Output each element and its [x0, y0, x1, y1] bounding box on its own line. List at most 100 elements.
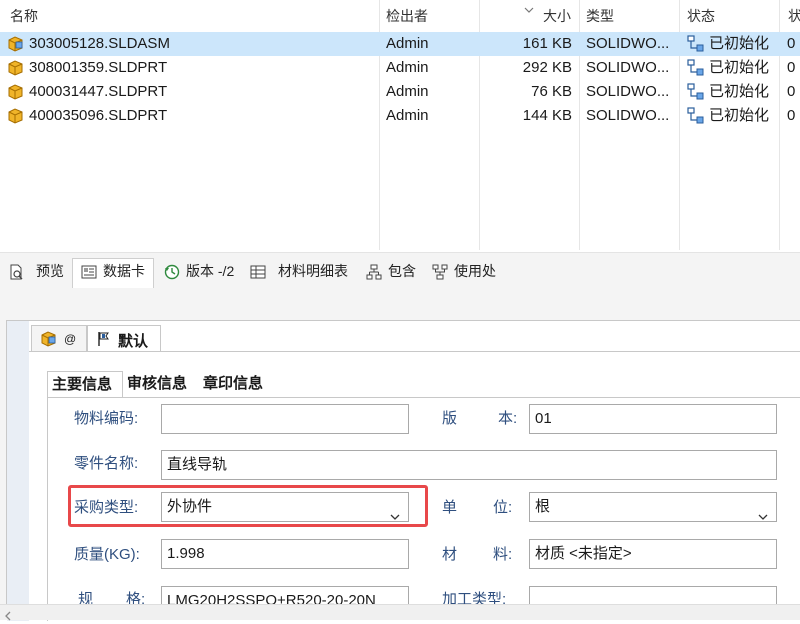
workflow-state-icon: [687, 107, 705, 125]
extra-value: 0: [787, 35, 796, 52]
where-used-icon: [432, 263, 448, 280]
unit-label-part2: 位:: [493, 499, 513, 516]
unit-value: 根: [535, 498, 551, 515]
material-field[interactable]: 材质 <未指定>: [529, 539, 777, 569]
tab-version[interactable]: 版本 -/2: [156, 259, 242, 285]
file-type: SOLIDWO...: [586, 59, 670, 76]
column-header-checked-out-by[interactable]: 检出者: [386, 6, 428, 28]
file-size: 292 KB: [522, 59, 572, 76]
part-icon: [7, 84, 24, 100]
file-name: 400035096.SLDPRT: [29, 107, 168, 124]
card-left-gutter: [7, 321, 29, 621]
column-header-state[interactable]: 状态: [687, 6, 715, 28]
mass-field[interactable]: 1.998: [161, 539, 409, 569]
material-code-label: 物料编码:: [74, 410, 139, 427]
tab-label: 使用处: [454, 263, 496, 279]
part-name-field[interactable]: 直线导轨: [161, 450, 777, 480]
checked-out-by: Admin: [386, 59, 429, 76]
workflow-state-icon: [687, 59, 705, 77]
purchase-type-label: 采购类型:: [74, 499, 139, 516]
scroll-left-icon[interactable]: [4, 608, 12, 624]
tab-preview[interactable]: 预览: [0, 259, 72, 285]
extra-value: 0: [787, 83, 796, 100]
mass-label: 质量(KG):: [74, 546, 140, 563]
workflow-state: 已初始化: [709, 59, 770, 76]
tab-label: 数据卡: [103, 263, 145, 279]
column-header-type[interactable]: 类型: [586, 6, 614, 28]
chevron-down-icon: [758, 503, 768, 520]
assembly-icon: [40, 331, 57, 350]
file-type: SOLIDWO...: [586, 107, 670, 124]
info-tab-review[interactable]: 审核信息: [123, 371, 199, 397]
tab-label: 材料明细表: [278, 263, 348, 279]
version-label-part2: 本:: [498, 410, 518, 427]
file-name: 400031447.SLDPRT: [29, 83, 168, 100]
version-field[interactable]: 01: [529, 404, 777, 434]
file-size: 161 KB: [522, 35, 572, 52]
part-name-label: 零件名称:: [74, 455, 139, 472]
workflow-state-icon: [687, 83, 705, 101]
part-icon: [7, 108, 24, 124]
file-size: 76 KB: [531, 83, 572, 100]
file-size: 144 KB: [522, 107, 572, 124]
tab-bom[interactable]: 材料明细表: [242, 259, 352, 285]
unit-select[interactable]: 根: [529, 492, 777, 522]
checked-out-by: Admin: [386, 107, 429, 124]
info-tab-main[interactable]: 主要信息: [47, 371, 123, 397]
horizontal-scrollbar[interactable]: [0, 604, 800, 621]
workflow-state: 已初始化: [709, 107, 770, 124]
checked-out-by: Admin: [386, 35, 429, 52]
material-label-part2: 料:: [493, 546, 513, 563]
extra-value: 0: [787, 107, 796, 124]
purchase-type-value: 外协件: [167, 498, 213, 515]
tab-label: 包含: [388, 263, 416, 279]
version-label-part1: 版: [442, 410, 458, 427]
config-tab-default[interactable]: 默认: [87, 325, 161, 351]
chevron-down-icon: [390, 503, 400, 520]
preview-icon: [8, 263, 24, 280]
file-name: 303005128.SLDASM: [29, 35, 170, 52]
column-header-extra[interactable]: 状: [788, 6, 800, 28]
sort-chevron-icon: [524, 0, 534, 16]
datacard-panel: @ 默认 主要信息 审核信息 章印信息 物料编码: 版 本: 01 零件名称: …: [6, 320, 800, 621]
tab-contains[interactable]: 包含: [358, 259, 424, 285]
version-icon: [164, 263, 180, 280]
column-header-name[interactable]: 名称: [10, 6, 38, 28]
column-header-size[interactable]: 大小: [543, 6, 571, 28]
unit-label-part1: 单: [442, 499, 458, 516]
file-name: 308001359.SLDPRT: [29, 59, 168, 76]
tab-label: 版本 -/2: [186, 263, 235, 279]
config-tab-at[interactable]: @: [31, 325, 87, 351]
file-type: SOLIDWO...: [586, 35, 670, 52]
part-icon: [7, 60, 24, 76]
bottom-tab-strip: 预览 数据卡 版本 -/2 材料明细表 包含 使用处: [0, 252, 800, 290]
file-list: 名称 检出者 大小 类型 状态 状 303005128.SLDASM Admin…: [0, 0, 800, 252]
file-row[interactable]: 400035096.SLDPRT Admin 144 KB SOLIDWO...…: [0, 104, 800, 128]
tab-datacard[interactable]: 数据卡: [72, 258, 154, 290]
checked-out-by: Admin: [386, 83, 429, 100]
file-row[interactable]: 303005128.SLDASM Admin 161 KB SOLIDWO...…: [0, 32, 800, 56]
extra-value: 0: [787, 59, 796, 76]
workflow-state: 已初始化: [709, 83, 770, 100]
contains-icon: [366, 263, 382, 280]
config-at-label: @: [64, 332, 77, 346]
purchase-type-select[interactable]: 外协件: [161, 492, 409, 522]
material-code-field[interactable]: [161, 404, 409, 434]
config-tab-divider: [29, 351, 800, 352]
config-default-label: 默认: [118, 333, 149, 350]
main-info-form: 物料编码: 版 本: 01 零件名称: 直线导轨 采购类型: 外协件 单 位: …: [47, 397, 800, 621]
file-type: SOLIDWO...: [586, 83, 670, 100]
bom-icon: [250, 263, 266, 279]
assembly-icon: [7, 36, 24, 52]
tab-where-used[interactable]: 使用处: [424, 259, 510, 285]
file-row[interactable]: 400031447.SLDPRT Admin 76 KB SOLIDWO... …: [0, 80, 800, 104]
datacard-area: @ 默认 主要信息 审核信息 章印信息 物料编码: 版 本: 01 零件名称: …: [0, 288, 800, 621]
info-tab-stamp[interactable]: 章印信息: [199, 371, 275, 397]
flag-icon: [96, 331, 112, 350]
material-label-part1: 材: [442, 546, 458, 563]
datacard-icon: [81, 263, 97, 279]
workflow-state-icon: [687, 35, 705, 53]
file-row[interactable]: 308001359.SLDPRT Admin 292 KB SOLIDWO...…: [0, 56, 800, 80]
tab-label: 预览: [36, 263, 64, 279]
workflow-state: 已初始化: [709, 35, 770, 52]
